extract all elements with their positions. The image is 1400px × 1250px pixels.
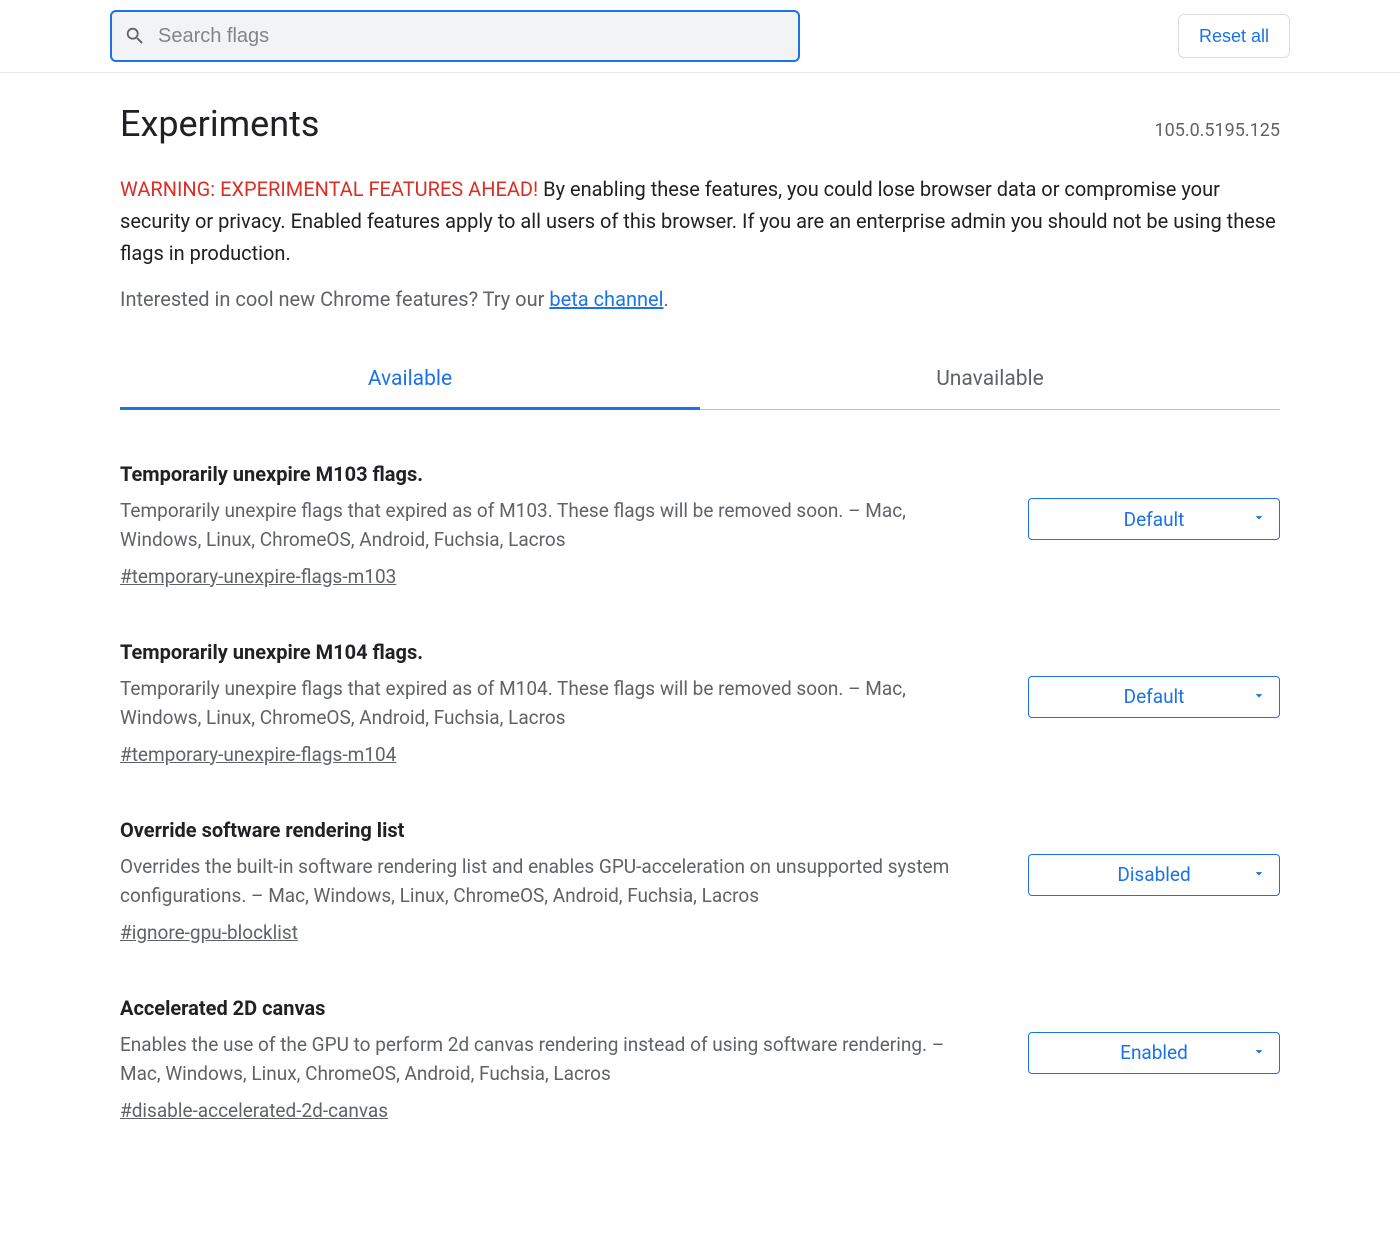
- flag-title: Override software rendering list: [120, 818, 988, 842]
- flags-list: Temporarily unexpire M103 flags. Tempora…: [120, 462, 1280, 1174]
- header-row: Experiments 105.0.5195.125: [120, 103, 1280, 145]
- flag-info: Temporarily unexpire M104 flags. Tempora…: [120, 640, 1028, 766]
- flag-info: Accelerated 2D canvas Enables the use of…: [120, 996, 1028, 1122]
- tab-available[interactable]: Available: [120, 351, 700, 409]
- chevron-down-icon: [1251, 508, 1267, 531]
- chevron-down-icon: [1251, 685, 1267, 708]
- beta-suffix: .: [664, 287, 669, 311]
- tab-unavailable[interactable]: Unavailable: [700, 351, 1280, 409]
- search-input[interactable]: [146, 25, 786, 48]
- dropdown-value: Default: [1124, 685, 1185, 708]
- flag-info: Override software rendering list Overrid…: [120, 818, 1028, 944]
- flag-row: Temporarily unexpire M103 flags. Tempora…: [120, 462, 1280, 640]
- content-area: Experiments 105.0.5195.125 WARNING: EXPE…: [120, 73, 1280, 1214]
- beta-prefix: Interested in cool new Chrome features? …: [120, 287, 549, 311]
- chevron-down-icon: [1251, 1041, 1267, 1064]
- top-bar: Reset all: [0, 0, 1400, 73]
- flag-anchor-link[interactable]: #ignore-gpu-blocklist: [120, 921, 298, 944]
- dropdown-value: Enabled: [1120, 1041, 1188, 1064]
- flag-title: Accelerated 2D canvas: [120, 996, 988, 1020]
- dropdown-value: Default: [1124, 508, 1185, 531]
- flag-state-dropdown[interactable]: Default: [1028, 498, 1280, 540]
- flag-state-dropdown[interactable]: Enabled: [1028, 1032, 1280, 1074]
- flag-anchor-link[interactable]: #temporary-unexpire-flags-m104: [120, 743, 396, 766]
- reset-all-button[interactable]: Reset all: [1178, 14, 1290, 58]
- search-icon: [124, 25, 146, 47]
- flag-state-dropdown[interactable]: Default: [1028, 676, 1280, 718]
- flag-control: Disabled: [1028, 818, 1280, 896]
- flag-description: Overrides the built-in software renderin…: [120, 852, 988, 911]
- tabs: Available Unavailable: [120, 351, 1280, 410]
- flag-control: Default: [1028, 462, 1280, 540]
- dropdown-value: Disabled: [1117, 863, 1190, 886]
- chevron-down-icon: [1251, 863, 1267, 886]
- warning-prefix: WARNING: EXPERIMENTAL FEATURES AHEAD!: [120, 177, 538, 201]
- flag-info: Temporarily unexpire M103 flags. Tempora…: [120, 462, 1028, 588]
- flag-row: Accelerated 2D canvas Enables the use of…: [120, 996, 1280, 1174]
- flag-control: Default: [1028, 640, 1280, 718]
- flag-anchor-link[interactable]: #temporary-unexpire-flags-m103: [120, 565, 396, 588]
- flag-control: Enabled: [1028, 996, 1280, 1074]
- warning-text: WARNING: EXPERIMENTAL FEATURES AHEAD! By…: [120, 173, 1280, 269]
- page-title: Experiments: [120, 103, 319, 145]
- flag-description: Temporarily unexpire flags that expired …: [120, 496, 988, 555]
- flag-row: Override software rendering list Overrid…: [120, 818, 1280, 996]
- version-label: 105.0.5195.125: [1154, 120, 1280, 141]
- beta-channel-link[interactable]: beta channel: [549, 287, 663, 311]
- flag-anchor-link[interactable]: #disable-accelerated-2d-canvas: [120, 1099, 388, 1122]
- flag-title: Temporarily unexpire M104 flags.: [120, 640, 988, 664]
- flag-title: Temporarily unexpire M103 flags.: [120, 462, 988, 486]
- flag-description: Enables the use of the GPU to perform 2d…: [120, 1030, 988, 1089]
- flag-state-dropdown[interactable]: Disabled: [1028, 854, 1280, 896]
- flag-description: Temporarily unexpire flags that expired …: [120, 674, 988, 733]
- beta-prompt: Interested in cool new Chrome features? …: [120, 287, 1280, 311]
- flag-row: Temporarily unexpire M104 flags. Tempora…: [120, 640, 1280, 818]
- search-box[interactable]: [110, 10, 800, 62]
